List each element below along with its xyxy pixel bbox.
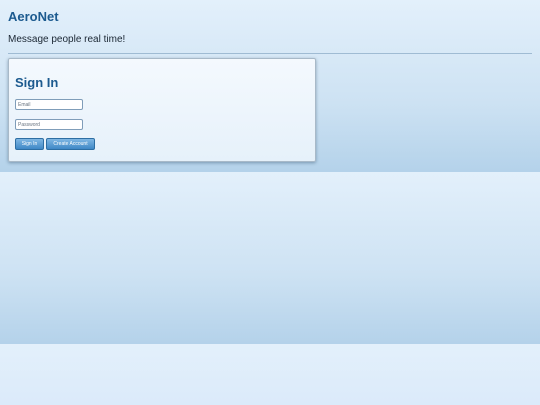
signin-card: Sign In Sign In Create Account xyxy=(8,58,316,162)
header-divider xyxy=(8,53,532,54)
sign-in-button[interactable]: Sign In xyxy=(15,138,44,150)
tagline: Message people real time! xyxy=(8,34,126,45)
background-band-middle xyxy=(0,172,540,344)
create-account-button[interactable]: Create Account xyxy=(46,138,95,150)
password-field[interactable] xyxy=(15,119,83,130)
app-title: AeroNet xyxy=(8,9,59,24)
signin-title: Sign In xyxy=(15,75,59,90)
email-field[interactable] xyxy=(15,99,83,110)
background-band-bottom xyxy=(0,344,540,405)
